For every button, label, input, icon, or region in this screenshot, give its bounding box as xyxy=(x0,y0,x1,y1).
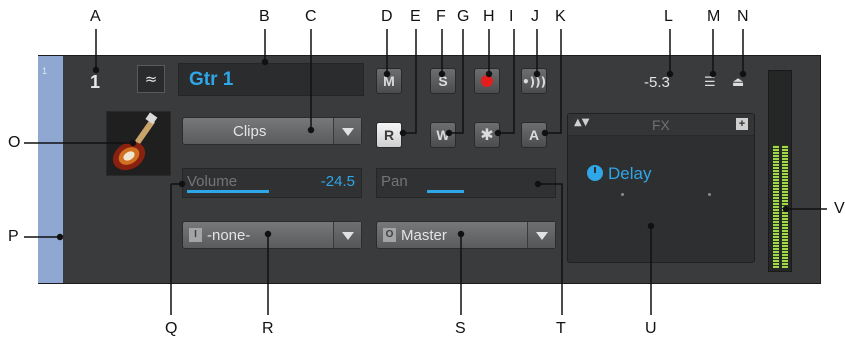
fx-header: ▲▼ FX + xyxy=(568,114,754,136)
callout-h: H xyxy=(483,8,495,25)
meter-bar-left xyxy=(773,145,779,268)
callout-e: E xyxy=(410,8,421,25)
collapse-arrow-icon[interactable]: ⏏ xyxy=(732,75,744,90)
menu-icon[interactable]: ☰ xyxy=(704,75,716,90)
callout-g: G xyxy=(457,8,470,25)
volume-slider[interactable]: Volume -24.5 xyxy=(182,168,362,198)
track-name-field[interactable]: Gtr 1 xyxy=(178,63,364,96)
callout-t: T xyxy=(556,320,566,337)
pan-slider[interactable]: Pan xyxy=(376,168,556,198)
callout-n: N xyxy=(737,8,749,25)
track-selection-strip[interactable] xyxy=(38,56,63,283)
waveform-icon[interactable]: ≈ xyxy=(137,65,165,93)
fx-bin[interactable]: ▲▼ FX + Delay xyxy=(567,113,755,263)
callout-v: V xyxy=(834,200,845,217)
track-number: 1 xyxy=(90,72,101,92)
volume-value: -24.5 xyxy=(320,173,355,190)
track-name: Gtr 1 xyxy=(189,69,234,90)
output-icon: O xyxy=(383,228,396,242)
callout-r: R xyxy=(262,320,274,337)
input-monitor-icon: •))) xyxy=(522,75,547,89)
track-volume-readout: -5.3 xyxy=(644,74,670,91)
fx-divider-dot xyxy=(621,193,624,196)
output-dropdown[interactable]: O Master xyxy=(376,221,556,249)
callout-b: B xyxy=(259,8,270,25)
callout-i: I xyxy=(509,8,514,25)
chevron-down-icon[interactable] xyxy=(333,118,361,144)
callout-o: O xyxy=(8,134,21,151)
mute-button[interactable]: M xyxy=(376,68,402,94)
input-label: -none- xyxy=(207,227,251,244)
strip-number: 1 xyxy=(42,66,48,76)
record-icon xyxy=(481,75,493,87)
meter-bar-right xyxy=(782,145,788,268)
callout-j: J xyxy=(531,8,539,25)
power-icon[interactable] xyxy=(587,165,603,181)
automation-button[interactable]: A xyxy=(521,122,547,148)
fx-order-arrows-icon[interactable]: ▲▼ xyxy=(574,117,589,128)
input-monitor-button[interactable]: •))) xyxy=(521,68,547,94)
input-dropdown[interactable]: I -none- xyxy=(182,221,362,249)
callout-s: S xyxy=(455,320,466,337)
volume-label: Volume xyxy=(187,173,238,190)
solo-button[interactable]: S xyxy=(430,68,456,94)
callout-q: Q xyxy=(165,320,178,337)
clips-dropdown[interactable]: Clips xyxy=(182,117,362,145)
callout-f: F xyxy=(436,8,446,25)
callout-p: P xyxy=(8,228,19,245)
volume-fill xyxy=(187,190,269,193)
clips-label: Clips xyxy=(233,123,267,140)
freeze-button[interactable]: ✱ xyxy=(474,122,500,148)
chevron-down-icon[interactable] xyxy=(527,222,555,248)
callout-c: C xyxy=(305,8,317,25)
freeze-icon: ✱ xyxy=(480,125,494,144)
read-automation-button[interactable]: R xyxy=(376,122,402,148)
chevron-down-icon[interactable] xyxy=(333,222,361,248)
record-arm-button[interactable] xyxy=(474,68,500,94)
fx-divider-dot xyxy=(708,193,711,196)
callout-l: L xyxy=(664,8,673,25)
callout-d: D xyxy=(381,8,393,25)
write-automation-button[interactable]: W xyxy=(430,122,456,148)
add-fx-button[interactable]: + xyxy=(736,118,748,130)
level-meter xyxy=(768,70,792,272)
input-icon: I xyxy=(189,228,202,242)
callout-a: A xyxy=(90,8,101,25)
callout-m: M xyxy=(707,8,721,25)
callout-u: U xyxy=(645,320,657,337)
fx-item-delay[interactable]: Delay xyxy=(608,164,651,184)
output-label: Master xyxy=(401,227,447,244)
callout-k: K xyxy=(555,8,566,25)
guitar-image-icon[interactable] xyxy=(106,111,171,176)
pan-label: Pan xyxy=(381,173,408,190)
fx-title: FX xyxy=(652,117,670,133)
pan-fill xyxy=(427,190,464,193)
